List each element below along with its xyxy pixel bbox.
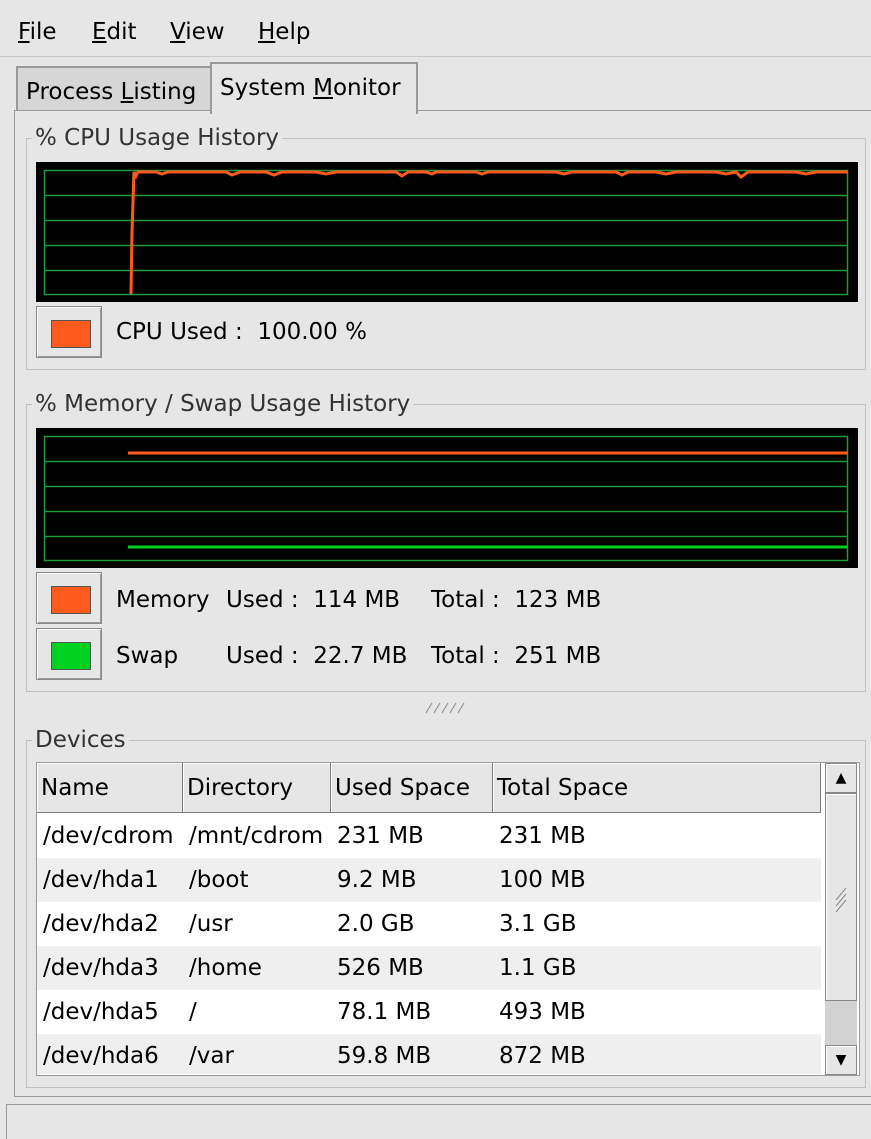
cell-total-space: 100 MB (499, 867, 586, 893)
cell-used-space: 9.2 MB (337, 867, 417, 893)
tab-system-monitor[interactable]: System Monitor (210, 62, 418, 114)
cell-directory: /var (189, 1043, 234, 1069)
cell-directory: /boot (189, 867, 249, 893)
column-header-name[interactable]: Name (37, 763, 183, 813)
column-header-directory[interactable]: Directory (183, 763, 331, 813)
table-row[interactable]: /dev/hda3 /home 526 MB 1.1 GB (37, 946, 821, 990)
memory-total-value: Total : 123 MB (431, 587, 602, 613)
cell-name: /dev/cdrom (43, 823, 174, 849)
scroll-down-arrow-icon[interactable]: ▼ (825, 1045, 857, 1075)
scroll-up-arrow-icon[interactable]: ▲ (825, 763, 857, 793)
status-bar (6, 1104, 871, 1139)
cell-used-space: 231 MB (337, 823, 424, 849)
memory-color-swatch (51, 586, 91, 614)
cell-directory: /home (189, 955, 262, 981)
column-header-total-space[interactable]: Total Space (493, 763, 821, 813)
table-row[interactable]: /dev/hda2 /usr 2.0 GB 3.1 GB (37, 902, 821, 946)
memory-label: Memory (116, 587, 210, 613)
menu-view[interactable]: View (170, 16, 225, 48)
cell-used-space: 2.0 GB (337, 911, 415, 937)
pane-resize-grip[interactable] (424, 701, 472, 715)
cell-name: /dev/hda6 (43, 1043, 159, 1069)
cell-directory: /mnt/cdrom (189, 823, 324, 849)
cell-name: /dev/hda1 (43, 867, 159, 893)
swap-color-swatch (51, 642, 91, 670)
devices-frame-title: Devices (32, 726, 129, 754)
table-row[interactable]: /dev/hda6 /var 59.8 MB 872 MB (37, 1034, 821, 1074)
swap-total-value: Total : 251 MB (431, 643, 602, 669)
menu-file[interactable]: File (18, 16, 57, 48)
menu-edit[interactable]: Edit (92, 16, 137, 48)
memory-used-value: Used : 114 MB (226, 587, 401, 613)
swap-label: Swap (116, 643, 179, 669)
memory-frame-title: % Memory / Swap Usage History (32, 390, 414, 418)
column-header-used-space[interactable]: Used Space (331, 763, 493, 813)
cell-total-space: 1.1 GB (499, 955, 577, 981)
cell-directory: /usr (189, 911, 233, 937)
cpu-frame-title: % CPU Usage History (32, 124, 283, 152)
cell-used-space: 526 MB (337, 955, 424, 981)
devices-table: Name Directory Used Space Total Space /d… (36, 762, 860, 1076)
cell-name: /dev/hda2 (43, 911, 159, 937)
table-row[interactable]: /dev/hda5 / 78.1 MB 493 MB (37, 990, 821, 1034)
menu-help[interactable]: Help (258, 16, 310, 48)
cpu-used-label: CPU Used : 100.00 % (116, 319, 367, 345)
swap-color-button[interactable] (36, 628, 102, 680)
cell-name: /dev/hda5 (43, 999, 159, 1025)
menu-bar: File Edit View Help (0, 0, 871, 57)
vertical-scrollbar[interactable]: ▲ ▼ (825, 763, 857, 1075)
cell-total-space: 872 MB (499, 1043, 586, 1069)
cell-directory: / (189, 999, 197, 1025)
cell-used-space: 78.1 MB (337, 999, 432, 1025)
scrollbar-thumb[interactable] (825, 793, 857, 1001)
thumb-grip-icon (835, 887, 847, 913)
cell-total-space: 493 MB (499, 999, 586, 1025)
memory-swap-graph (36, 428, 858, 568)
cpu-color-swatch (51, 320, 91, 348)
swap-used-value: Used : 22.7 MB (226, 643, 408, 669)
cell-used-space: 59.8 MB (337, 1043, 432, 1069)
cpu-usage-line (129, 170, 848, 295)
table-row[interactable]: /dev/cdrom /mnt/cdrom 231 MB 231 MB (37, 814, 821, 858)
cpu-color-button[interactable] (36, 306, 102, 358)
cpu-usage-graph (36, 162, 858, 302)
tab-process-listing[interactable]: Process Listing (16, 66, 216, 114)
cell-total-space: 231 MB (499, 823, 586, 849)
cell-name: /dev/hda3 (43, 955, 159, 981)
memory-color-button[interactable] (36, 572, 102, 624)
cell-total-space: 3.1 GB (499, 911, 577, 937)
table-row[interactable]: /dev/hda1 /boot 9.2 MB 100 MB (37, 858, 821, 902)
